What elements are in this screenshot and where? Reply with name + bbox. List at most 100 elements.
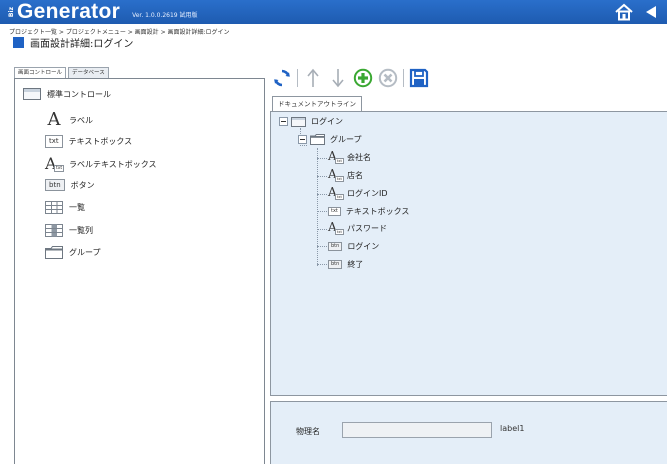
physical-name-label: 物理名 <box>296 427 320 436</box>
tab-document-outline[interactable]: ドキュメントアウトライン <box>272 96 362 111</box>
control-id-value: label1 <box>500 424 525 433</box>
left-panel-tabs: 画面コントロール データベース <box>14 67 109 78</box>
textbox-icon: txt <box>328 207 341 216</box>
txt-glyph: txt <box>335 229 344 235</box>
palette-item-label[interactable]: A ラベル <box>45 109 94 130</box>
home-icon <box>615 3 633 21</box>
palette-item-standard-control[interactable]: 標準コントロール <box>23 88 111 100</box>
delete-button[interactable] <box>378 68 398 88</box>
refresh-button[interactable] <box>272 68 292 88</box>
standard-control-icon <box>291 116 306 127</box>
label-textbox-icon: Atxt <box>328 220 344 235</box>
textbox-icon: txt <box>45 135 63 148</box>
tree-node-login-id[interactable]: Atxt ログインID <box>328 185 388 200</box>
palette-item-label-text: ボタン <box>70 180 95 190</box>
txt-glyph: txt <box>335 158 344 164</box>
back-arrow-icon <box>646 6 656 18</box>
collapse-icon[interactable] <box>279 117 288 126</box>
tree-node-textbox[interactable]: txt テキストボックス <box>328 206 409 217</box>
delete-icon <box>378 68 398 88</box>
brand-name: Generator <box>17 0 121 23</box>
tab-screen-controls[interactable]: 画面コントロール <box>14 67 67 78</box>
home-button[interactable] <box>613 2 635 22</box>
physical-name-input[interactable] <box>342 422 492 438</box>
move-down-button[interactable] <box>328 68 348 88</box>
txt-glyph: txt <box>335 176 344 182</box>
save-button[interactable] <box>409 68 429 88</box>
group-icon <box>45 246 63 259</box>
refresh-icon <box>274 69 290 87</box>
tree-connector <box>317 264 327 265</box>
app-version: Ver. 1.0.0.2619 試用版 <box>132 11 198 19</box>
tree-connector <box>317 148 318 266</box>
label-textbox-icon: Atxt <box>328 185 344 200</box>
tree-node-label: ログイン <box>347 242 380 251</box>
tab-database[interactable]: データベース <box>68 67 109 78</box>
save-icon <box>409 68 429 88</box>
tree-connector <box>317 194 327 195</box>
move-up-button[interactable] <box>303 68 323 88</box>
page-title-text: 画面設計詳細:ログイン <box>30 39 134 50</box>
tree-node-root[interactable]: ログイン <box>279 116 343 127</box>
palette-item-label-text: 一覧列 <box>69 226 93 235</box>
app-window: Biz Generator Ver. 1.0.0.2619 試用版 プロジェクト… <box>0 0 667 464</box>
palette-item-label-text: ラベル <box>69 115 93 125</box>
page-title: 画面設計詳細:ログイン <box>13 36 134 50</box>
component-palette: 標準コントロール A ラベル txt テキストボックス A txt ラベルテキス… <box>14 78 265 464</box>
button-icon: btn <box>328 242 343 251</box>
tree-node-label: ログインID <box>347 188 388 198</box>
txt-glyph: txt <box>54 165 65 172</box>
toolbar-separator <box>297 69 298 87</box>
palette-item-label-text: グループ <box>69 248 101 257</box>
tree-node-label: 終了 <box>347 260 364 269</box>
tree-node-login-button[interactable]: btn ログイン <box>328 241 379 252</box>
palette-item-label-text: ラベルテキストボックス <box>69 159 157 169</box>
palette-item-list-column[interactable]: 一覧列 <box>45 224 93 237</box>
tree-node-exit-button[interactable]: btn 終了 <box>328 259 363 270</box>
label-textbox-icon: Atxt <box>328 149 344 164</box>
add-icon <box>353 68 373 88</box>
brand-prefix: Biz <box>7 7 17 17</box>
toolbar-separator <box>403 69 404 87</box>
palette-item-button[interactable]: btn ボタン <box>45 179 95 191</box>
collapse-icon[interactable] <box>298 135 307 144</box>
tree-node-store-name[interactable]: Atxt 店名 <box>328 167 363 182</box>
tree-node-group[interactable]: グループ <box>298 134 362 145</box>
list-column-icon <box>45 224 63 237</box>
add-button[interactable] <box>353 68 373 88</box>
move-down-icon <box>332 69 344 88</box>
move-up-icon <box>307 68 319 87</box>
palette-item-label-text: テキストボックス <box>68 137 133 146</box>
group-icon <box>310 134 325 145</box>
tree-connector <box>317 211 327 212</box>
label-icon: A <box>47 109 61 130</box>
tree-connector <box>300 145 307 146</box>
tree-connector <box>317 229 327 230</box>
palette-item-label-text: 一覧 <box>69 203 85 212</box>
tree-node-label: テキストボックス <box>345 207 410 216</box>
brand-prefix-text: Biz <box>8 6 15 18</box>
palette-item-label: 標準コントロール <box>47 89 111 99</box>
back-button[interactable] <box>641 2 663 22</box>
standard-control-icon <box>23 88 41 100</box>
palette-item-list[interactable]: 一覧 <box>45 201 85 214</box>
list-icon <box>45 201 63 214</box>
label-textbox-icon: Atxt <box>328 167 344 182</box>
label-textbox-icon: A txt <box>45 154 65 173</box>
title-bar: Biz Generator Ver. 1.0.0.2619 試用版 <box>0 0 667 24</box>
tree-node-company-name[interactable]: Atxt 会社名 <box>328 149 371 164</box>
button-icon: btn <box>45 179 65 191</box>
properties-panel: 物理名 label1 <box>270 401 667 464</box>
document-outline-tree: ログイン グループ Atxt 会社名 Atxt 店名 A txt ログインID … <box>270 111 667 396</box>
tree-node-label: パスワード <box>347 223 387 233</box>
tree-connector <box>317 176 327 177</box>
txt-glyph: txt <box>335 194 344 200</box>
palette-item-group[interactable]: グループ <box>45 246 101 259</box>
button-icon: btn <box>328 260 343 269</box>
title-bar-actions <box>613 2 663 22</box>
palette-item-textbox[interactable]: txt テキストボックス <box>45 135 132 148</box>
tree-connector <box>317 246 327 247</box>
palette-item-label-textbox[interactable]: A txt ラベルテキストボックス <box>45 154 157 173</box>
tree-node-password[interactable]: Atxt パスワード <box>328 220 387 235</box>
tree-node-label: グループ <box>330 135 362 144</box>
